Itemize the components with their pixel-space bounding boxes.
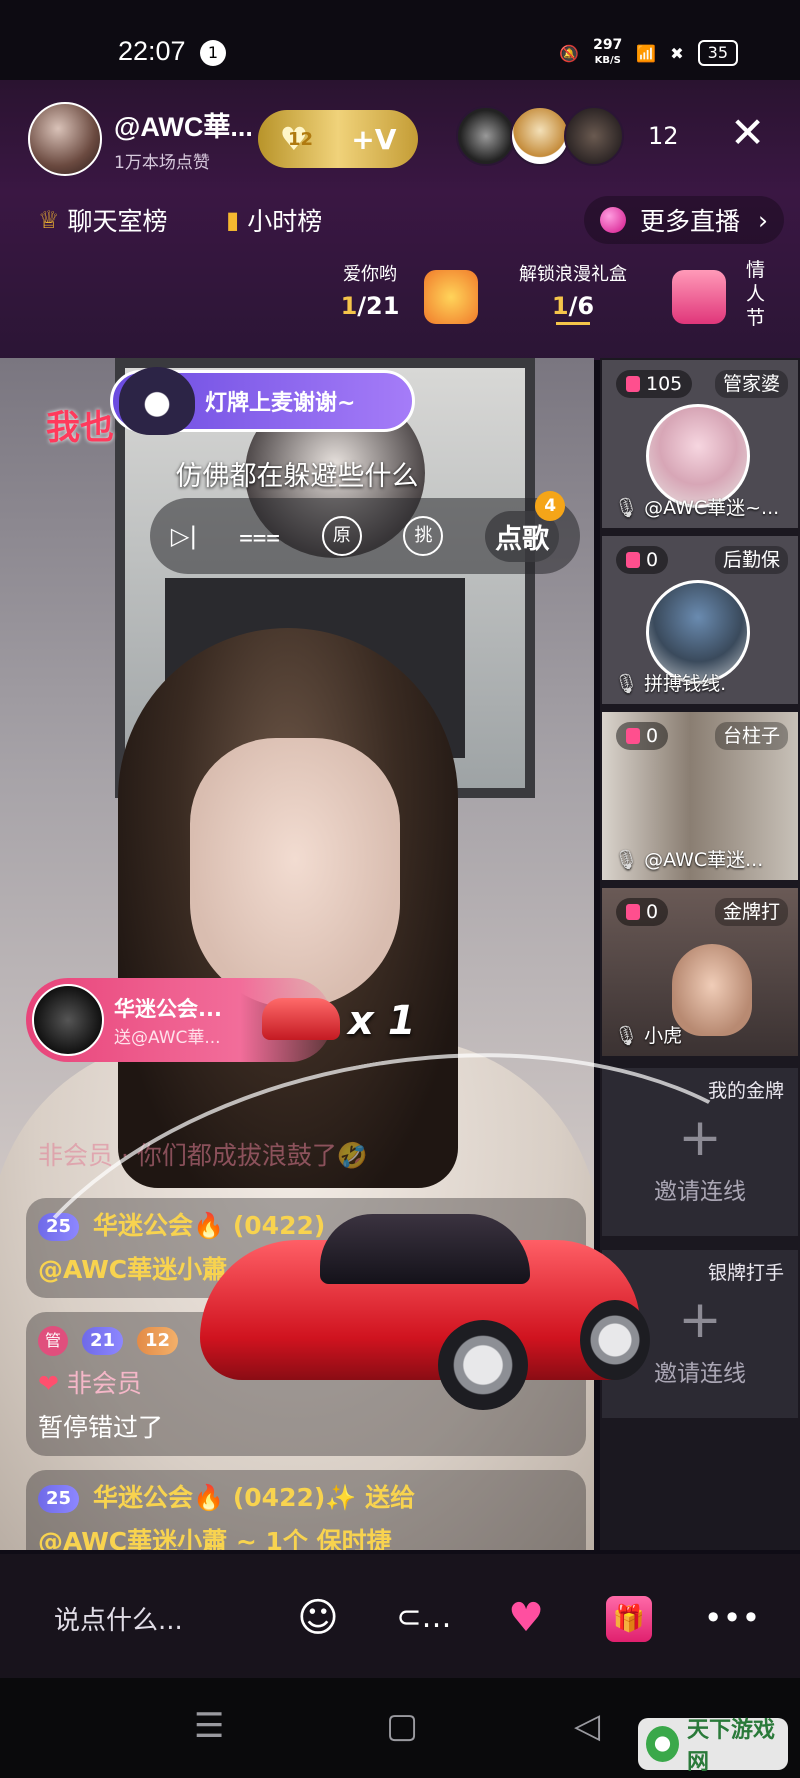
close-icon[interactable]: ✕ (730, 112, 765, 154)
live-room-screen: 22:07 1 🔕 297 KB/S 📶 ✖ 35 @AWC華... 1万本场点赞… (0, 0, 800, 1778)
anchor-likes: 1万本场点赞 (114, 153, 210, 173)
mic-off-icon: 🎙 (614, 849, 639, 871)
song-count-badge: 4 (535, 490, 566, 521)
fan-level: 12 (288, 128, 314, 150)
music-player: ▷| ⩶ 原 挑 点歌 4 (150, 490, 580, 574)
mic-request-card[interactable]: 灯牌上麦谢谢~ (110, 367, 415, 435)
mic-seat[interactable]: 105 管家婆 🎙 @AWC華迷~... (602, 360, 798, 528)
battery-indicator: 35 (697, 40, 738, 66)
emoji-icon[interactable]: ☺ (288, 1588, 348, 1648)
sim-icon: ✖ (670, 43, 684, 63)
mic-off-icon: 🎙 (614, 497, 639, 519)
gift-icon[interactable]: 🎁 (606, 1596, 652, 1642)
clock: 22:07 (118, 36, 186, 66)
link-mic-icon[interactable]: ⊂… (394, 1588, 454, 1648)
task-love-you[interactable]: 爱你哟 1/21 (330, 260, 410, 320)
site-logo-icon (646, 1726, 680, 1762)
status-bar: 22:07 1 🔕 297 KB/S 📶 ✖ 35 (0, 0, 800, 80)
home-icon[interactable]: ▢ (386, 1706, 418, 1746)
mic-seat[interactable]: 0 台柱子 🎙 @AWC華迷... (602, 712, 798, 880)
mic-seat[interactable]: 0 后勤保 🎙 拼搏钱线. (602, 536, 798, 704)
sender-avatar (32, 984, 104, 1056)
anchor-name: @AWC華... (114, 112, 253, 142)
song-request-button[interactable]: 点歌 4 (485, 490, 566, 562)
follow-label: +V (351, 122, 397, 156)
mic-off-icon: 🎙 (614, 673, 639, 695)
lyrics-icon[interactable]: ⩶ (239, 522, 280, 550)
chevron-right-icon: › (758, 205, 768, 235)
love-gift-icon (424, 270, 478, 324)
gift-multiplier: x 1 (348, 998, 416, 1044)
comment-input[interactable]: 说点什么... (54, 1600, 183, 1637)
viewer-count[interactable]: 12 (648, 122, 679, 150)
fan-club-button[interactable]: ♥ 12 +V (258, 110, 418, 168)
crown-icon: ♕ (38, 206, 60, 234)
task-romance-box[interactable]: 解锁浪漫礼盒 1/6 (508, 260, 638, 325)
anchor-avatar[interactable] (28, 102, 102, 176)
bottom-toolbar: 说点什么... ☺ ⊂… ♥ 🎁 ••• (0, 1554, 800, 1678)
cat-mascot-icon (119, 367, 195, 435)
task-bar: 爱你哟 1/21 解锁浪漫礼盒 1/6 情人节 (0, 258, 800, 340)
live-ball-icon (599, 207, 626, 233)
car-gift-animation (200, 1200, 650, 1410)
gift-box-icon (672, 270, 726, 324)
car-gift-icon (262, 998, 340, 1040)
play-next-icon[interactable]: ▷| (171, 522, 198, 550)
wifi-icon: 📶 (636, 43, 657, 63)
notification-count: 1 (200, 40, 226, 66)
valentine-label[interactable]: 情人节 (746, 258, 765, 330)
original-vocal-button[interactable]: 原 (321, 516, 362, 556)
viewer-list[interactable]: 12 (456, 106, 679, 166)
mute-icon: 🔕 (559, 43, 580, 63)
anchor-info[interactable]: @AWC華... 1万本场点赞 (28, 102, 253, 176)
room-header: @AWC華... 1万本场点赞 ♥ 12 +V 12 ✕ ♕ 聊天室榜 ▮ 小时… (0, 80, 800, 360)
gift-sender: 华迷公会... (114, 996, 222, 1021)
back-icon[interactable]: ◁ (574, 1706, 600, 1746)
pick-song-icon[interactable]: 挑 (403, 516, 444, 556)
more-live-button[interactable]: 更多直播 › (583, 196, 784, 244)
network-speed: 297 KB/S (593, 37, 623, 66)
tab-chatroom-rank[interactable]: ♕ 聊天室榜 (24, 196, 182, 244)
more-icon[interactable]: ••• (702, 1588, 762, 1648)
watermark: 天下游戏网 (638, 1718, 788, 1775)
overlay-red-text: 我也 (46, 408, 114, 448)
gift-banner[interactable]: 华迷公会... 送@AWC華... (26, 978, 340, 1062)
seat-video-face (672, 944, 752, 1036)
video-subject-face (190, 738, 400, 1008)
task-progress-bar (556, 322, 590, 325)
heart-gift-icon[interactable]: ♥ (496, 1588, 556, 1648)
lyric-line: 仿佛都在躲避些什么 (175, 461, 419, 492)
menu-icon[interactable]: ☰ (194, 1706, 224, 1746)
viewer-avatar[interactable] (564, 106, 624, 166)
bar-chart-icon: ▮ (226, 206, 240, 234)
gift-receiver: 送@AWC華... (114, 1027, 221, 1048)
tab-hour-rank[interactable]: ▮ 小时榜 (212, 196, 336, 244)
mic-seat[interactable]: 0 金牌打 🎙 小虎 (602, 888, 798, 1056)
mic-off-icon: 🎙 (614, 1025, 639, 1047)
viewer-avatar[interactable] (456, 106, 516, 166)
viewer-avatar[interactable] (510, 106, 570, 166)
